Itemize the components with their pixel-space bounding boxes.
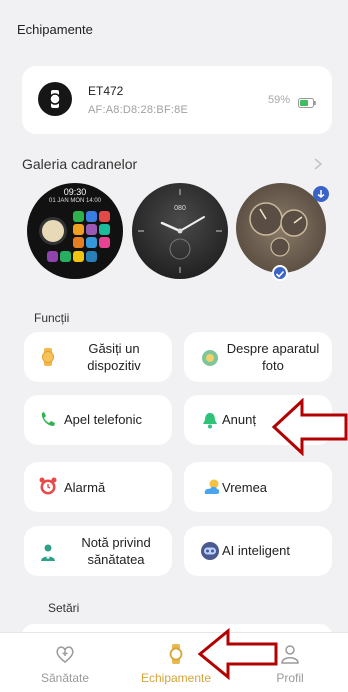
device-name: ET472 xyxy=(88,84,124,98)
phone-call-button[interactable]: Apel telefonic xyxy=(24,395,172,445)
phone-call-label: Apel telefonic xyxy=(64,412,143,427)
find-device-label-1: Găsiți un xyxy=(88,341,140,356)
find-device-button[interactable]: Găsiți un dispozitiv xyxy=(24,332,172,382)
annotation-arrow-equipment xyxy=(197,628,278,680)
battery-icon xyxy=(298,95,316,108)
health-note-icon xyxy=(38,543,58,563)
camera-label-2: foto xyxy=(262,358,284,373)
notification-icon xyxy=(200,410,220,430)
watch-search-icon xyxy=(38,347,58,367)
device-mac-address: AF:A8:D8:28:BF:8E xyxy=(88,104,188,116)
chevron-right-icon[interactable] xyxy=(312,157,324,171)
ai-assistant-button[interactable]: AI inteligent xyxy=(184,526,332,576)
watch-face-date: 01 JAN MON 14:00 xyxy=(48,198,102,204)
settings-title: Setări xyxy=(48,601,80,615)
phone-icon xyxy=(38,410,58,430)
heart-plus-icon xyxy=(54,643,76,665)
functions-title: Funcții xyxy=(34,311,70,325)
nav-health[interactable]: Sănătate xyxy=(15,633,115,692)
camera-button[interactable]: Despre aparatul foto xyxy=(184,332,332,382)
watch-icon xyxy=(38,82,72,116)
page-title: Echipamente xyxy=(17,22,93,37)
battery-percentage: 59% xyxy=(268,94,291,106)
robot-icon xyxy=(200,541,220,561)
watch-face-label: 080 xyxy=(174,205,186,212)
alarm-label: Alarmă xyxy=(64,480,106,495)
bottom-nav: Sănătate Echipamente Profil xyxy=(0,632,348,692)
watch-face-time: 09:30 xyxy=(63,187,87,197)
alarm-clock-icon xyxy=(38,476,58,496)
watch-nav-icon xyxy=(165,643,187,665)
health-note-label-2: sănătatea xyxy=(87,552,145,567)
selected-check-icon xyxy=(272,265,288,281)
person-icon xyxy=(279,643,301,665)
weather-icon xyxy=(200,477,220,497)
watch-face-2[interactable]: 080 xyxy=(132,183,228,279)
alarm-button[interactable]: Alarmă xyxy=(24,462,172,512)
ai-assistant-label: AI inteligent xyxy=(222,543,290,558)
notification-label: Anunț xyxy=(222,412,256,427)
weather-label: Vremea xyxy=(222,480,268,495)
camera-icon xyxy=(200,348,220,368)
annotation-arrow-notification xyxy=(271,398,348,456)
weather-button[interactable]: Vremea xyxy=(184,462,332,512)
watch-face-1[interactable]: 09:30 01 JAN MON 14:00 xyxy=(27,183,123,279)
health-note-label-1: Notă privind xyxy=(81,535,151,550)
download-icon[interactable] xyxy=(313,186,329,202)
find-device-label-2: dispozitiv xyxy=(87,358,141,373)
health-note-button[interactable]: Notă privind sănătatea xyxy=(24,526,172,576)
nav-health-label: Sănătate xyxy=(40,671,90,685)
device-card[interactable]: ET472 AF:A8:D8:28:BF:8E 59% xyxy=(22,66,332,134)
camera-label-1: Despre aparatul xyxy=(226,341,320,356)
gallery-title[interactable]: Galeria cadranelor xyxy=(22,156,137,172)
